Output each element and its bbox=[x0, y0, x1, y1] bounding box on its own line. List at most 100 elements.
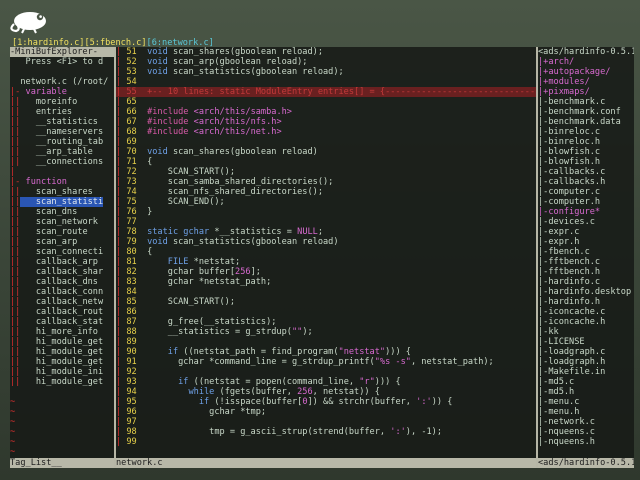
tag-list-row[interactable]: || entries bbox=[10, 107, 114, 117]
file-name[interactable]: |-LICENSE bbox=[538, 337, 585, 347]
code-line[interactable]: | 84 bbox=[116, 287, 536, 297]
file-name[interactable]: |-md5.h bbox=[538, 387, 574, 397]
tag-list-row[interactable]: || scan_route bbox=[10, 227, 114, 237]
tag-entry[interactable]: callback_arp bbox=[20, 257, 98, 267]
file-name[interactable]: |-hardinfo.desktop bbox=[538, 287, 631, 297]
file-tree-item[interactable]: |-iconcache.c bbox=[538, 307, 634, 317]
tag-entry[interactable]: callback_netw bbox=[20, 297, 103, 307]
file-tree-item[interactable]: |-fftbench.c bbox=[538, 257, 634, 267]
file-name[interactable]: |-menu.c bbox=[538, 397, 579, 407]
code-line[interactable]: | 85 SCAN_START(); bbox=[116, 297, 536, 307]
tag-entry[interactable]: scan_shares bbox=[20, 187, 93, 197]
tag-list-row[interactable]: || scan_network bbox=[10, 217, 114, 227]
tag-list-row[interactable] bbox=[10, 67, 114, 77]
tag-list-row[interactable]: || callback_arp bbox=[10, 257, 114, 267]
tag-list-pane[interactable]: -MiniBufExplorer- Press <F1> to d networ… bbox=[10, 47, 114, 458]
code-line[interactable]: | 70 void scan_shares(gboolean reload) bbox=[116, 147, 536, 157]
file-name[interactable]: |+pixmaps/ bbox=[538, 87, 590, 97]
file-name[interactable]: |-callbacks.c bbox=[538, 167, 605, 177]
tag-list-row[interactable]: ~ bbox=[10, 427, 114, 437]
tag-list-row[interactable]: || callback_netw bbox=[10, 297, 114, 307]
tag-list-row[interactable]: || moreinfo bbox=[10, 97, 114, 107]
file-tree-item[interactable]: |-devices.c bbox=[538, 217, 634, 227]
code-line[interactable]: | 51 void scan_shares(gboolean reload); bbox=[116, 47, 536, 57]
code-line[interactable]: | 81 FILE *netstat; bbox=[116, 257, 536, 267]
code-line[interactable]: | 71 { bbox=[116, 157, 536, 167]
tag-list-row[interactable]: Press <F1> to d bbox=[10, 57, 114, 67]
tag-list-row[interactable]: ~ bbox=[10, 437, 114, 447]
tag-entry[interactable]: scan_route bbox=[20, 227, 88, 237]
file-name[interactable]: |-nqueens.h bbox=[538, 437, 595, 447]
file-name[interactable]: |+autopackage/ bbox=[538, 67, 610, 77]
file-name[interactable]: |-binreloc.c bbox=[538, 127, 600, 137]
tag-list-row[interactable]: || hi_module_get bbox=[10, 357, 114, 367]
code-line[interactable]: | 86 bbox=[116, 307, 536, 317]
file-name[interactable]: |-hardinfo.h bbox=[538, 297, 600, 307]
tag-list-row[interactable]: || callback_dns bbox=[10, 277, 114, 287]
file-tree-item[interactable]: |-menu.h bbox=[538, 407, 634, 417]
file-name[interactable]: |-fbench.c bbox=[538, 247, 590, 257]
file-tree-item[interactable]: |-fftbench.h bbox=[538, 267, 634, 277]
file-name[interactable]: |-hardinfo.c bbox=[538, 277, 600, 287]
file-name[interactable]: |-blowfish.h bbox=[538, 157, 600, 167]
tag-list-row[interactable]: | bbox=[10, 167, 114, 177]
tag-entry[interactable]: callback_shar bbox=[20, 267, 103, 277]
file-name[interactable]: |-computer.c bbox=[538, 187, 600, 197]
code-line[interactable]: | 54 bbox=[116, 77, 536, 87]
file-tree-item[interactable]: |+autopackage/ bbox=[538, 67, 634, 77]
tag-list-row[interactable]: network.c (/root/ bbox=[10, 77, 114, 87]
file-tree-item[interactable]: |+pixmaps/ bbox=[538, 87, 634, 97]
file-name[interactable]: |-callbacks.h bbox=[538, 177, 605, 187]
tag-entry[interactable]: variable bbox=[20, 87, 67, 97]
tag-list-row[interactable]: || scan_shares bbox=[10, 187, 114, 197]
tag-entry[interactable]: __nameservers bbox=[20, 127, 103, 137]
code-line[interactable]: | 69 bbox=[116, 137, 536, 147]
file-name[interactable]: |-computer.h bbox=[538, 197, 600, 207]
tag-list-row[interactable]: |- variable bbox=[10, 87, 114, 97]
tag-entry[interactable]: scan_statisti bbox=[20, 197, 104, 207]
code-line[interactable]: | 90 if ((netstat_path = find_program("n… bbox=[116, 347, 536, 357]
tag-entry[interactable]: __routing_tab bbox=[20, 137, 103, 147]
tag-list-row[interactable]: ~ bbox=[10, 407, 114, 417]
code-line[interactable]: | 72 SCAN_START(); bbox=[116, 167, 536, 177]
file-name[interactable]: |-blowfish.c bbox=[538, 147, 600, 157]
tag-entry[interactable]: hi_module_get bbox=[20, 337, 103, 347]
file-name[interactable]: |-md5.c bbox=[538, 377, 574, 387]
tag-entry[interactable]: entries bbox=[20, 107, 72, 117]
file-tree-item[interactable]: |-computer.h bbox=[538, 197, 634, 207]
tag-entry[interactable]: function bbox=[20, 177, 67, 187]
tag-list-row[interactable]: || __connections bbox=[10, 157, 114, 167]
code-line[interactable]: | 87 g_free(__statistics); bbox=[116, 317, 536, 327]
tag-list-row[interactable]: || callback_conn bbox=[10, 287, 114, 297]
tag-entry[interactable]: hi_module_get bbox=[20, 357, 103, 367]
file-tree-item[interactable]: |-hardinfo.c bbox=[538, 277, 634, 287]
code-line[interactable]: | 83 gchar *netstat_path; bbox=[116, 277, 536, 287]
file-name[interactable]: |-binreloc.h bbox=[538, 137, 600, 147]
code-line[interactable]: | 99 bbox=[116, 437, 536, 447]
file-name[interactable]: |-Makefile.in bbox=[538, 367, 605, 377]
tag-entry[interactable]: __connections bbox=[20, 157, 103, 167]
tag-list-row[interactable]: || hi_module_get bbox=[10, 377, 114, 387]
tag-list-row[interactable]: || __nameservers bbox=[10, 127, 114, 137]
file-tree-item[interactable]: |-callbacks.c bbox=[538, 167, 634, 177]
tag-list-row[interactable] bbox=[10, 387, 114, 397]
code-line[interactable]: | 89 bbox=[116, 337, 536, 347]
file-name[interactable]: |-fftbench.h bbox=[538, 267, 600, 277]
tag-list-row[interactable]: || hi_module_get bbox=[10, 347, 114, 357]
code-line[interactable]: | 75 SCAN_END(); bbox=[116, 197, 536, 207]
file-tree-item[interactable]: |-hardinfo.desktop bbox=[538, 287, 634, 297]
code-line[interactable]: | 79 void scan_statistics(gboolean reloa… bbox=[116, 237, 536, 247]
tag-list-row[interactable]: ~ bbox=[10, 417, 114, 427]
file-tree-item[interactable]: |-nqueens.h bbox=[538, 437, 634, 447]
file-name[interactable]: |-devices.c bbox=[538, 217, 595, 227]
file-name[interactable]: |-iconcache.h bbox=[538, 317, 605, 327]
tag-list-row[interactable]: || scan_arp bbox=[10, 237, 114, 247]
file-tree-item[interactable]: |+modules/ bbox=[538, 77, 634, 87]
file-name[interactable]: |-loadgraph.c bbox=[538, 347, 605, 357]
code-line[interactable]: | 91 gchar *command_line = g_strdup_prin… bbox=[116, 357, 536, 367]
tag-list-row[interactable]: || scan_connecti bbox=[10, 247, 114, 257]
code-line[interactable]: | 77 bbox=[116, 217, 536, 227]
code-line[interactable]: | 67 #include <arch/this/nfs.h> bbox=[116, 117, 536, 127]
tag-entry[interactable]: hi_module_ini bbox=[20, 367, 103, 377]
code-line[interactable]: | 73 scan_samba_shared_directories(); bbox=[116, 177, 536, 187]
